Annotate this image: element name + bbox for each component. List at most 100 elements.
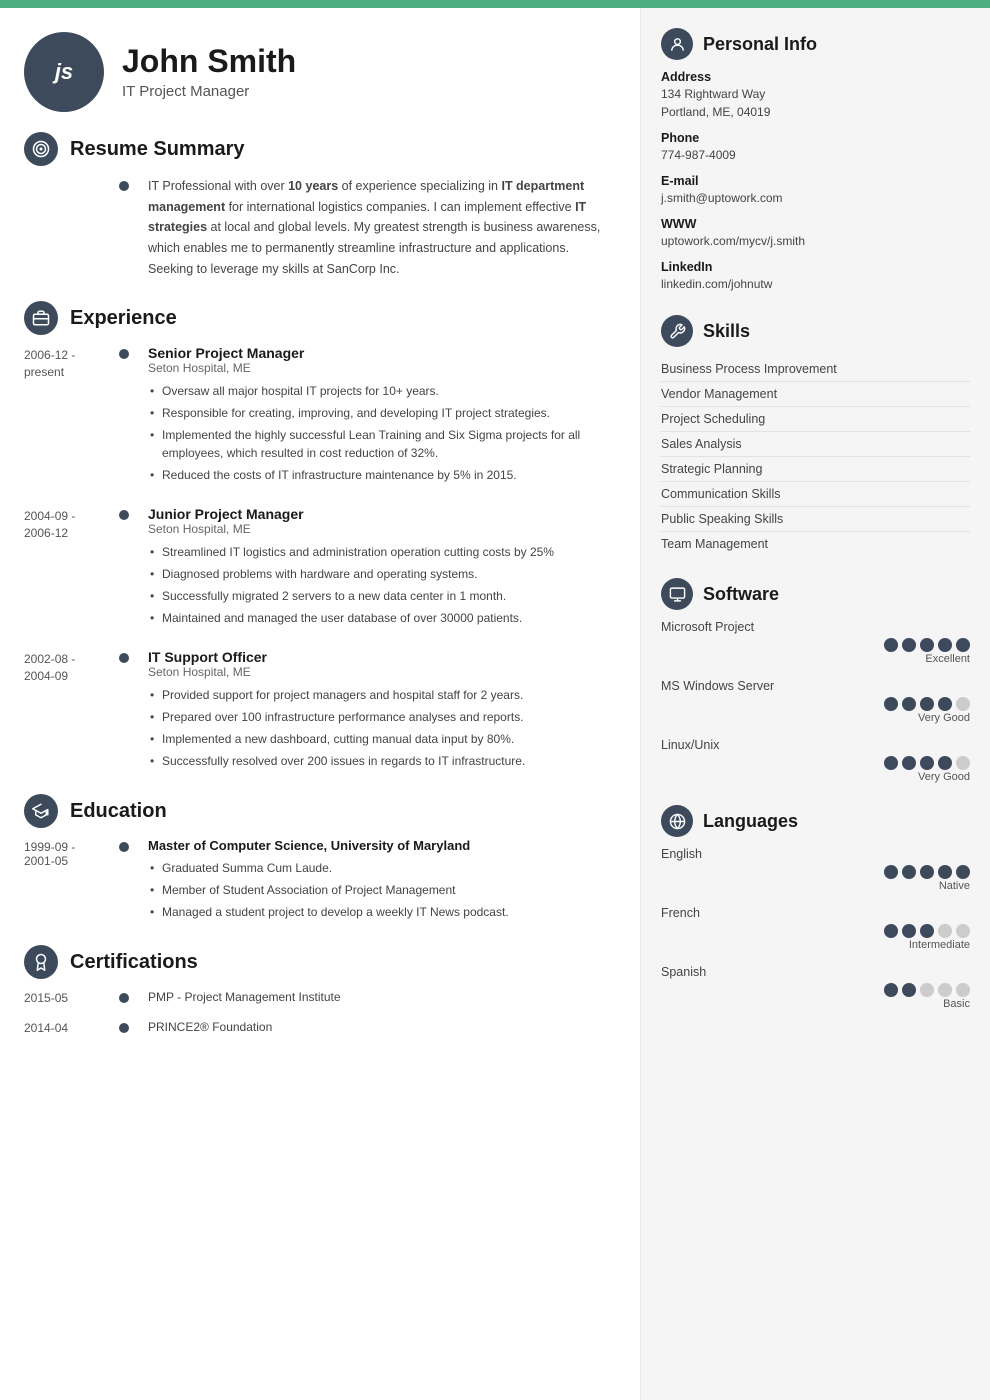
- software-name-1: MS Windows Server: [661, 679, 970, 693]
- cert-item-1: 2015-05 PMP - Project Management Institu…: [24, 989, 610, 1005]
- dot-2-1: [884, 756, 898, 770]
- skill-6: Public Speaking Skills: [661, 507, 970, 532]
- cert-dot-col-2: [114, 1019, 134, 1035]
- skill-3: Sales Analysis: [661, 432, 970, 457]
- edu-bullets-1: Graduated Summa Cum Laude. Member of Stu…: [148, 857, 610, 923]
- edu-bullet-1-1: Graduated Summa Cum Laude.: [148, 857, 610, 879]
- education-section: Education 1999-09 - 2001-05 Master of Co…: [24, 794, 610, 923]
- info-email-label: E-mail: [661, 174, 970, 188]
- target-icon: [32, 140, 50, 158]
- certifications-section: Certifications 2015-05 PMP - Project Man…: [24, 945, 610, 1035]
- cert-content-1: PMP - Project Management Institute: [134, 989, 610, 1005]
- info-address-value: 134 Rightward WayPortland, ME, 04019: [661, 85, 970, 121]
- exp-bullet-2-4: Maintained and managed the user database…: [148, 607, 610, 629]
- software-dots-1: [661, 697, 970, 711]
- summary-bold-1: 10 years: [288, 179, 338, 193]
- software-name-2: Linux/Unix: [661, 738, 970, 752]
- lang-name-2: Spanish: [661, 965, 970, 979]
- lang-dot-1-3: [920, 924, 934, 938]
- lang-dots-1: [661, 924, 970, 938]
- personal-info-header: Personal Info: [661, 28, 970, 60]
- dot-0-3: [920, 638, 934, 652]
- skill-4: Strategic Planning: [661, 457, 970, 482]
- languages-header: Languages: [661, 805, 970, 837]
- personal-info-title: Personal Info: [703, 34, 817, 55]
- dot-1-3: [920, 697, 934, 711]
- edu-dot-col-1: [114, 838, 134, 923]
- cert-item-2: 2014-04 PRINCE2® Foundation: [24, 1019, 610, 1035]
- exp-date-3: 2002-08 - 2004-09: [24, 649, 114, 772]
- exp-bullet-1-1: Oversaw all major hospital IT projects f…: [148, 380, 610, 402]
- software-label-1: Very Good: [661, 712, 970, 724]
- cert-dot-1: [119, 993, 129, 1003]
- summary-paragraph: IT Professional with over 10 years of ex…: [148, 176, 610, 279]
- resume-header: js John Smith IT Project Manager: [24, 32, 610, 112]
- education-icon: [24, 794, 58, 828]
- exp-bullet-3-3: Implemented a new dashboard, cutting man…: [148, 728, 610, 750]
- lang-dot-0-3: [920, 865, 934, 879]
- skills-section: Skills Business Process Improvement Vend…: [661, 315, 970, 556]
- info-www: WWW uptowork.com/mycv/j.smith: [661, 217, 970, 250]
- info-phone-label: Phone: [661, 131, 970, 145]
- exp-bullet-3-2: Prepared over 100 infrastructure perform…: [148, 706, 610, 728]
- wrench-icon: [669, 323, 686, 340]
- software-name-0: Microsoft Project: [661, 620, 970, 634]
- graduation-icon: [32, 802, 50, 820]
- software-label-2: Very Good: [661, 771, 970, 783]
- summary-section: Resume Summary IT Professional with over…: [24, 132, 610, 279]
- dot-0-5: [956, 638, 970, 652]
- lang-dots-2: [661, 983, 970, 997]
- right-column: Personal Info Address 134 Rightward WayP…: [640, 8, 990, 1400]
- dot-0-4: [938, 638, 952, 652]
- dot-0-1: [884, 638, 898, 652]
- exp-bullets-2: Streamlined IT logistics and administrat…: [148, 541, 610, 629]
- exp-date-2: 2004-09 - 2006-12: [24, 506, 114, 629]
- experience-header: Experience: [24, 301, 610, 335]
- exp-date-1: 2006-12 - present: [24, 345, 114, 486]
- globe-icon: [669, 813, 686, 830]
- dot-0-2: [902, 638, 916, 652]
- exp-dot-2: [119, 510, 129, 520]
- dot-1-4: [938, 697, 952, 711]
- info-linkedin: LinkedIn linkedin.com/johnutw: [661, 260, 970, 293]
- lang-dot-0-5: [956, 865, 970, 879]
- experience-title: Experience: [70, 307, 177, 330]
- experience-section: Experience 2006-12 - present Senior Proj…: [24, 301, 610, 772]
- dot-1-2: [902, 697, 916, 711]
- exp-title-3: IT Support Officer: [148, 649, 610, 665]
- summary-dot-col: [114, 176, 134, 279]
- lang-dot-2-1: [884, 983, 898, 997]
- dot-1-5: [956, 697, 970, 711]
- skills-title: Skills: [703, 321, 750, 342]
- exp-bullets-1: Oversaw all major hospital IT projects f…: [148, 380, 610, 486]
- lang-name-1: French: [661, 906, 970, 920]
- lang-dot-1-4: [938, 924, 952, 938]
- left-column: js John Smith IT Project Manager Resume …: [0, 8, 640, 1400]
- exp-content-3: IT Support Officer Seton Hospital, ME Pr…: [134, 649, 610, 772]
- candidate-name: John Smith: [122, 44, 296, 79]
- cert-dot-2: [119, 1023, 129, 1033]
- education-header: Education: [24, 794, 610, 828]
- cert-content-2: PRINCE2® Foundation: [134, 1019, 610, 1035]
- lang-label-1: Intermediate: [661, 939, 970, 951]
- skill-0: Business Process Improvement: [661, 357, 970, 382]
- candidate-title: IT Project Manager: [122, 83, 296, 100]
- summary-icon: [24, 132, 58, 166]
- lang-dot-2-5: [956, 983, 970, 997]
- skill-1: Vendor Management: [661, 382, 970, 407]
- exp-dot-col-1: [114, 345, 134, 486]
- exp-bullet-3-4: Successfully resolved over 200 issues in…: [148, 750, 610, 772]
- certifications-icon: [24, 945, 58, 979]
- exp-bullet-1-4: Reduced the costs of IT infrastructure m…: [148, 464, 610, 486]
- languages-section: Languages English Native: [661, 805, 970, 1010]
- software-label-0: Excellent: [661, 653, 970, 665]
- experience-item-2: 2004-09 - 2006-12 Junior Project Manager…: [24, 506, 610, 629]
- exp-bullet-2-1: Streamlined IT logistics and administrat…: [148, 541, 610, 563]
- edu-bullet-1-2: Member of Student Association of Project…: [148, 879, 610, 901]
- skill-2: Project Scheduling: [661, 407, 970, 432]
- experience-icon: [24, 301, 58, 335]
- lang-dot-2-2: [902, 983, 916, 997]
- lang-label-0: Native: [661, 880, 970, 892]
- lang-dot-1-5: [956, 924, 970, 938]
- dot-2-3: [920, 756, 934, 770]
